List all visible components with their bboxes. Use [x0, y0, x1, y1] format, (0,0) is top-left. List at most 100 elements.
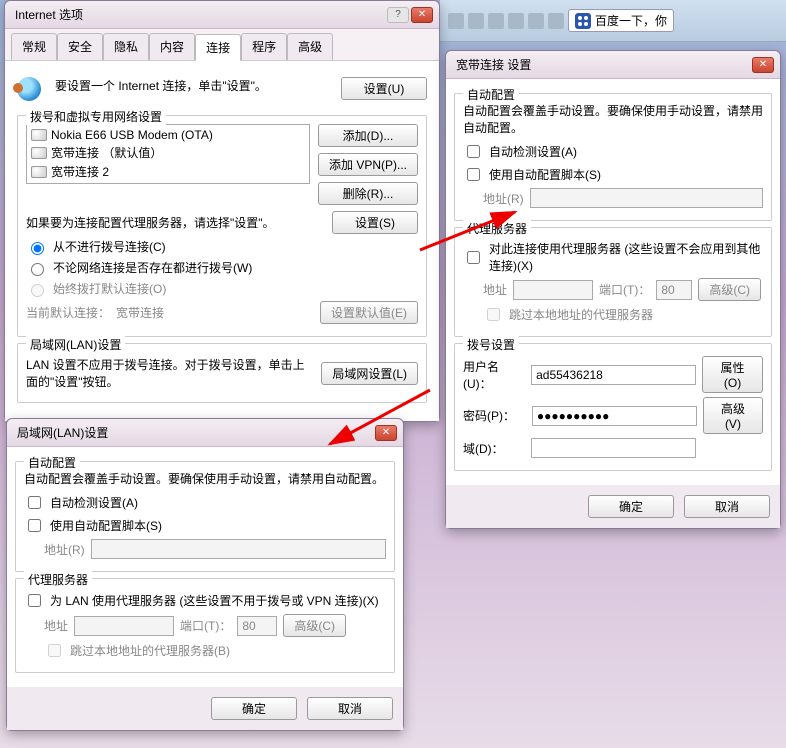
lan-addr-input — [91, 539, 386, 559]
add-button[interactable]: 添加(D)... — [318, 124, 418, 147]
modem-icon — [31, 166, 47, 178]
modem-icon — [31, 129, 47, 141]
internet-options-title: Internet 选项 — [11, 6, 385, 23]
lan-proxy-addr-input — [74, 616, 174, 636]
baidu-label: 百度一下，你 — [595, 12, 667, 29]
lan-bypass-checkbox: 跳过本地地址的代理服务器(B) — [44, 641, 386, 660]
bb-auto-detect-checkbox[interactable]: 自动检测设置(A) — [463, 142, 763, 161]
lan-proxy-addr-label: 地址 — [44, 617, 68, 634]
tab-general[interactable]: 常规 — [11, 33, 57, 60]
lan-advanced-button: 高级(C) — [283, 614, 346, 637]
lan-proxy-group: 代理服务器 为 LAN 使用代理服务器 (这些设置不用于拨号或 VPN 连接)(… — [15, 578, 395, 673]
setup-text: 要设置一个 Internet 连接，单击"设置"。 — [47, 77, 335, 94]
home-icon[interactable] — [448, 13, 464, 29]
baidu-paw-icon — [575, 13, 591, 29]
lan-auto-script-checkbox[interactable]: 使用自动配置脚本(S) — [24, 516, 386, 535]
radio-never-dial[interactable]: 从不进行拨号连接(C) — [26, 238, 418, 255]
bb-auto-title: 自动配置 — [463, 86, 519, 103]
bb-proxy-use-checkbox[interactable]: 对此连接使用代理服务器 (这些设置不会应用到其他连接)(X) — [463, 240, 763, 274]
lan-settings-dialog: 局域网(LAN)设置 ✕ 自动配置 自动配置会覆盖手动设置。要确保使用手动设置，… — [6, 418, 404, 731]
broadband-title: 宽带连接 设置 — [452, 56, 750, 73]
bb-proxy-title: 代理服务器 — [463, 220, 531, 237]
connections-listbox[interactable]: Nokia E66 USB Modem (OTA) 宽带连接 （默认值） 宽带连… — [26, 124, 310, 184]
bb-domain-label: 域(D)： — [463, 440, 525, 457]
lan-titlebar: 局域网(LAN)设置 ✕ — [7, 419, 403, 447]
tabbar: 常规 安全 隐私 内容 连接 程序 高级 — [5, 29, 439, 61]
star-icon[interactable] — [468, 13, 484, 29]
lan-title: 局域网(LAN)设置 — [13, 424, 373, 441]
bb-pass-input[interactable] — [532, 406, 697, 426]
favorites-icon[interactable] — [488, 13, 504, 29]
dialup-group-title: 拨号和虚拟专用网络设置 — [26, 108, 166, 125]
print-icon[interactable] — [508, 13, 524, 29]
bb-dial-title: 拨号设置 — [463, 336, 519, 353]
bb-proxy-port-label: 端口(T)： — [599, 281, 650, 298]
bb-advanced2-button[interactable]: 高级(V) — [703, 397, 763, 434]
lan-auto-detect-checkbox[interactable]: 自动检测设置(A) — [24, 493, 386, 512]
menu-icon[interactable] — [548, 13, 564, 29]
lan-auto-group: 自动配置 自动配置会覆盖手动设置。要确保使用手动设置，请禁用自动配置。 自动检测… — [15, 461, 395, 572]
globe-icon — [17, 77, 41, 101]
close-button[interactable]: ✕ — [752, 57, 774, 73]
bb-proxy-group: 代理服务器 对此连接使用代理服务器 (这些设置不会应用到其他连接)(X) 地址 … — [454, 227, 772, 337]
lan-proxy-port-label: 端口(T)： — [180, 617, 231, 634]
bb-auto-group: 自动配置 自动配置会覆盖手动设置。要确保使用手动设置，请禁用自动配置。 自动检测… — [454, 93, 772, 221]
bb-proxy-port-input — [656, 280, 692, 300]
list-item[interactable]: 宽带连接 2 — [29, 162, 307, 181]
bb-user-input[interactable] — [531, 365, 696, 385]
setup-button[interactable]: 设置(U) — [341, 77, 427, 100]
bb-advanced-button: 高级(C) — [698, 278, 761, 301]
lan-settings-button[interactable]: 局域网设置(L) — [321, 362, 418, 385]
list-item[interactable]: Nokia E66 USB Modem (OTA) — [29, 127, 307, 143]
lan-auto-note: 自动配置会覆盖手动设置。要确保使用手动设置，请禁用自动配置。 — [24, 470, 386, 487]
lan-group: 局域网(LAN)设置 LAN 设置不应用于拨号连接。对于拨号设置，单击上面的"设… — [17, 343, 427, 403]
tab-privacy[interactable]: 隐私 — [103, 33, 149, 60]
tab-content[interactable]: 内容 — [149, 33, 195, 60]
close-button[interactable]: ✕ — [375, 425, 397, 441]
bb-proxy-addr-label: 地址 — [483, 281, 507, 298]
bb-proxy-addr-input — [513, 280, 593, 300]
proxy-note: 如果要为连接配置代理服务器，请选择"设置"。 — [26, 214, 326, 231]
tab-security[interactable]: 安全 — [57, 33, 103, 60]
bb-domain-input[interactable] — [531, 438, 696, 458]
lan-proxy-port-input — [237, 616, 277, 636]
bb-addr-input — [530, 188, 763, 208]
tab-connections[interactable]: 连接 — [195, 34, 241, 61]
bb-cancel-button[interactable]: 取消 — [684, 495, 770, 518]
tab-programs[interactable]: 程序 — [241, 33, 287, 60]
help-button[interactable]: ? — [387, 7, 409, 23]
modem-icon — [31, 147, 47, 159]
bb-dial-group: 拨号设置 用户名(U)： 属性(O) 密码(P)： 高级(V) 域(D)： — [454, 343, 772, 471]
lan-proxy-use-checkbox[interactable]: 为 LAN 使用代理服务器 (这些设置不用于拨号或 VPN 连接)(X) — [24, 591, 386, 610]
lan-addr-label: 地址(R) — [44, 541, 85, 558]
default-conn-value: 宽带连接 — [116, 304, 314, 321]
bb-pass-label: 密码(P)： — [463, 407, 526, 424]
close-button[interactable]: ✕ — [411, 7, 433, 23]
bb-bypass-checkbox: 跳过本地地址的代理服务器 — [483, 305, 763, 324]
bb-user-label: 用户名(U)： — [463, 358, 525, 392]
bb-auto-note: 自动配置会覆盖手动设置。要确保使用手动设置，请禁用自动配置。 — [463, 102, 763, 136]
radio-dial-cond[interactable]: 不论网络连接是否存在都进行拨号(W) — [26, 259, 418, 276]
bb-auto-script-checkbox[interactable]: 使用自动配置脚本(S) — [463, 165, 763, 184]
lan-note: LAN 设置不应用于拨号连接。对于拨号设置，单击上面的"设置"按钮。 — [26, 356, 315, 390]
broadband-settings-dialog: 宽带连接 设置 ✕ 自动配置 自动配置会覆盖手动设置。要确保使用手动设置，请禁用… — [445, 50, 781, 529]
lan-proxy-title: 代理服务器 — [24, 571, 92, 588]
tools-icon[interactable] — [528, 13, 544, 29]
lan-group-title: 局域网(LAN)设置 — [26, 336, 125, 353]
bb-properties-button[interactable]: 属性(O) — [702, 356, 763, 393]
tab-advanced[interactable]: 高级 — [287, 33, 333, 60]
remove-button[interactable]: 删除(R)... — [318, 182, 418, 205]
bb-ok-button[interactable]: 确定 — [588, 495, 674, 518]
settings-button[interactable]: 设置(S) — [332, 211, 418, 234]
default-conn-label: 当前默认连接： — [26, 304, 110, 321]
list-item[interactable]: 宽带连接 （默认值） — [29, 143, 307, 162]
browser-toolbar-fragment: 百度一下，你 — [440, 0, 786, 42]
dialup-group: 拨号和虚拟专用网络设置 Nokia E66 USB Modem (OTA) 宽带… — [17, 115, 427, 337]
add-vpn-button[interactable]: 添加 VPN(P)... — [318, 153, 418, 176]
bb-addr-label: 地址(R) — [483, 190, 524, 207]
internet-options-dialog: Internet 选项 ? ✕ 常规 安全 隐私 内容 连接 程序 高级 要设置… — [4, 0, 440, 422]
lan-ok-button[interactable]: 确定 — [211, 697, 297, 720]
baidu-search[interactable]: 百度一下，你 — [568, 9, 674, 32]
lan-auto-title: 自动配置 — [24, 454, 80, 471]
lan-cancel-button[interactable]: 取消 — [307, 697, 393, 720]
